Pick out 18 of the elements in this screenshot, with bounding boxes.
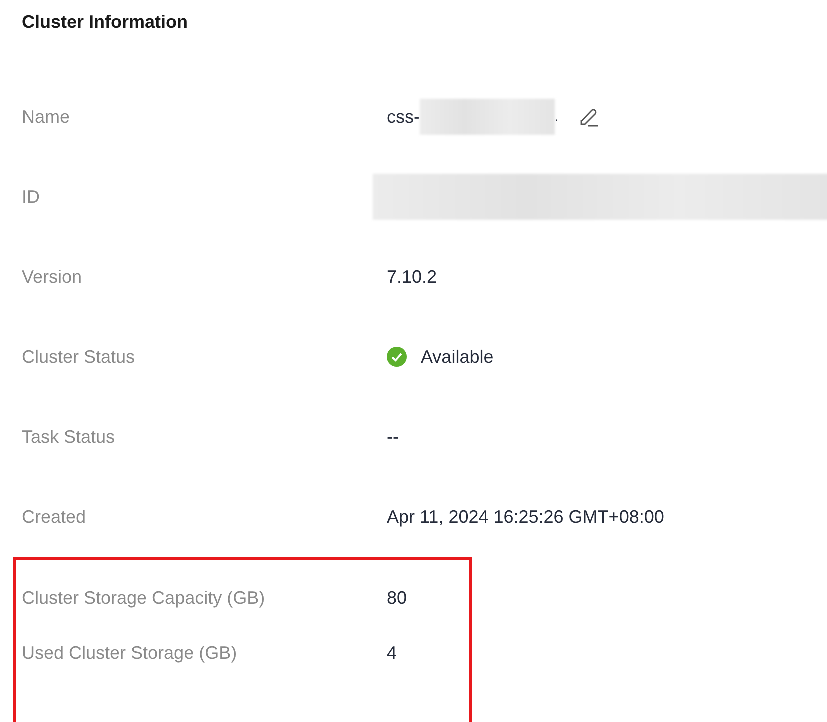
field-label: Version [22, 266, 82, 288]
field-value: -- [387, 426, 400, 448]
field-label: Task Status [22, 426, 116, 448]
field-value: 80 [387, 588, 408, 609]
success-icon [387, 347, 407, 367]
field-label: Used Cluster Storage (GB) [22, 643, 238, 664]
field-label: Name [22, 106, 70, 128]
field-value: 4 [387, 643, 398, 664]
field-label: Created [22, 506, 86, 528]
field-value: 7.10.2 [387, 266, 438, 288]
section-title: Cluster Information [22, 11, 190, 34]
field-label: ID [22, 186, 40, 208]
status-value: Available [421, 346, 494, 368]
cluster-name: css- [387, 106, 420, 128]
cluster-name-suffix: . [555, 110, 558, 124]
field-value: Apr 11, 2024 16:25:26 GMT+08:00 [387, 506, 666, 528]
field-label: Cluster Status [22, 346, 136, 368]
field-label: Cluster Storage Capacity (GB) [22, 588, 266, 609]
